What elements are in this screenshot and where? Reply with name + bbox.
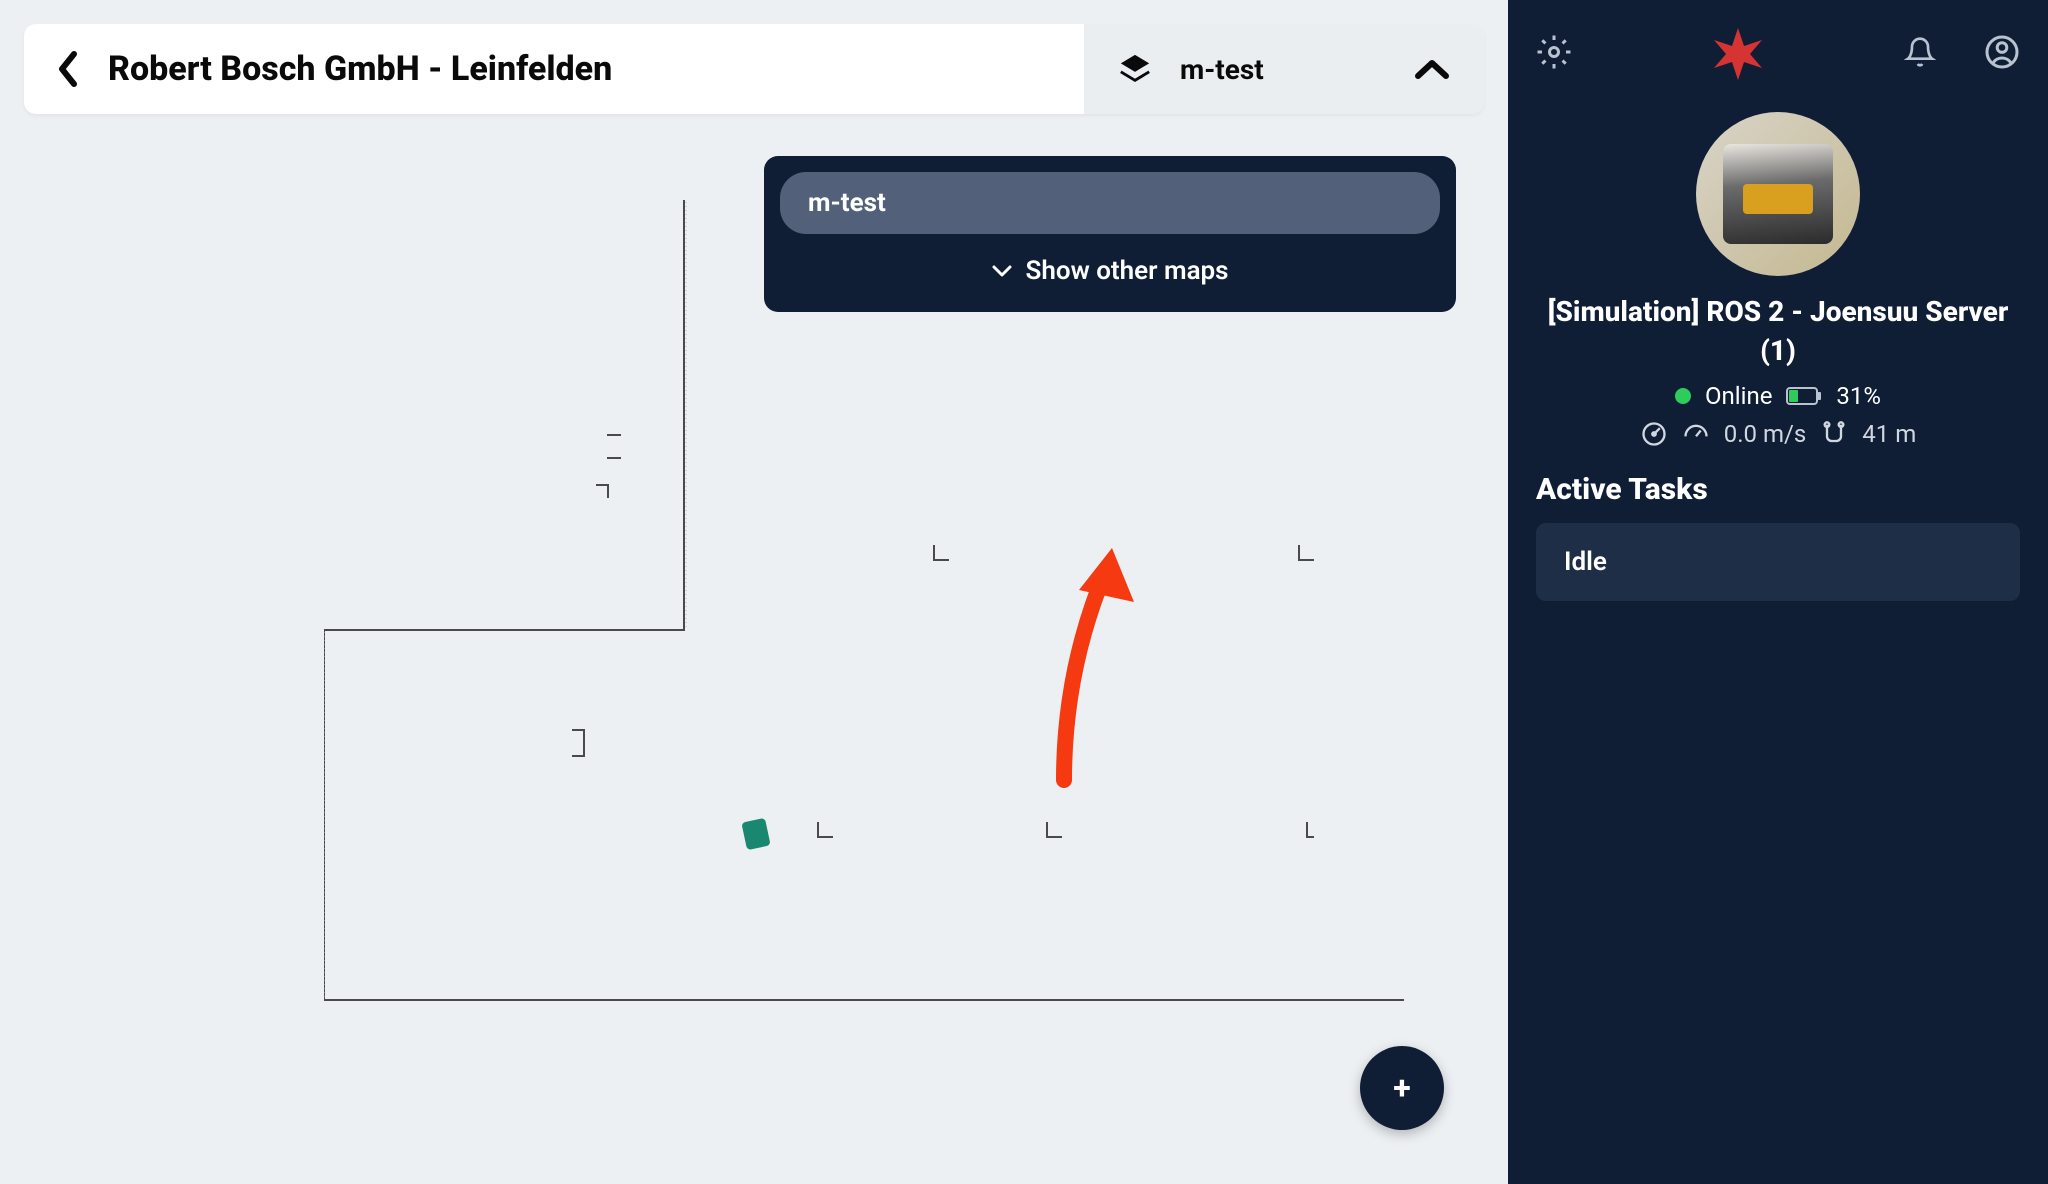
layers-icon	[1118, 52, 1152, 86]
show-other-label: Show other maps	[1025, 256, 1228, 286]
logo	[1572, 24, 1904, 84]
status-row: Online 31%	[1536, 382, 2020, 410]
fab-label: +	[1393, 1069, 1410, 1107]
metrics-row: 0.0 m/s 41 m	[1536, 420, 2020, 448]
map-selector-left: m-test	[1118, 52, 1264, 86]
floor-plan-icon	[324, 200, 1424, 1020]
notifications-button[interactable]	[1904, 34, 1936, 74]
robot-avatar[interactable]	[1696, 112, 1860, 276]
settings-button[interactable]	[1536, 34, 1572, 74]
status-label: Online	[1705, 382, 1772, 410]
back-button[interactable]	[56, 50, 80, 88]
add-fab-button[interactable]: +	[1360, 1046, 1444, 1130]
header-bar: Robert Bosch GmbH - Leinfelden m-test	[24, 24, 1484, 114]
page-title: Robert Bosch GmbH - Leinfelden	[108, 49, 612, 89]
header-left: Robert Bosch GmbH - Leinfelden	[24, 24, 1084, 114]
battery-percent: 31%	[1836, 382, 1881, 410]
speedometer-icon	[1682, 420, 1710, 448]
sidebar-right-icons	[1904, 34, 2020, 74]
tasks-section-title: Active Tasks	[1536, 472, 2020, 507]
gear-icon	[1536, 34, 1572, 70]
target-icon	[1640, 420, 1668, 448]
chevron-down-icon	[991, 264, 1013, 278]
show-other-maps-button[interactable]: Show other maps	[780, 234, 1440, 296]
task-label: Idle	[1564, 547, 1607, 577]
robot-body-icon	[1723, 144, 1833, 244]
user-circle-icon	[1984, 34, 2020, 70]
main-area: Robert Bosch GmbH - Leinfelden m-test m-…	[0, 0, 1508, 1184]
sidebar: [Simulation] ROS 2 - Joensuu Server (1) …	[1508, 0, 2048, 1184]
bell-icon	[1904, 34, 1936, 70]
map-dropdown-panel: m-test Show other maps	[764, 156, 1456, 312]
route-icon	[1820, 420, 1848, 448]
annotation-arrow-icon	[1034, 540, 1144, 790]
logo-star-icon	[1708, 24, 1768, 84]
distance-value: 41 m	[1862, 420, 1916, 448]
chevron-up-icon	[1414, 58, 1450, 80]
battery-icon	[1786, 386, 1822, 406]
task-card[interactable]: Idle	[1536, 523, 2020, 601]
sidebar-header	[1536, 24, 2020, 84]
speed-value: 0.0 m/s	[1724, 420, 1807, 448]
profile-button[interactable]	[1984, 34, 2020, 74]
online-dot-icon	[1675, 388, 1691, 404]
map-selector-label: m-test	[1180, 53, 1264, 86]
map-dropdown-item[interactable]: m-test	[780, 172, 1440, 234]
chevron-left-icon	[56, 50, 80, 88]
robot-name: [Simulation] ROS 2 - Joensuu Server (1)	[1536, 292, 2020, 370]
map-selector[interactable]: m-test	[1084, 24, 1484, 114]
